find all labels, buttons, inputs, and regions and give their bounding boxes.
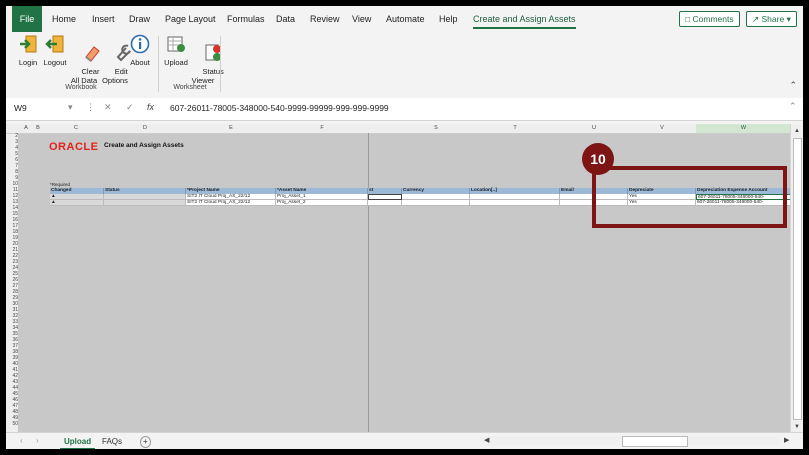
page-title: Create and Assign Assets: [104, 142, 184, 149]
column-header[interactable]: A: [20, 124, 32, 133]
tab-view[interactable]: View: [352, 6, 371, 32]
column-header[interactable]: T: [470, 124, 560, 133]
table-cell[interactable]: [402, 200, 470, 206]
tab-help[interactable]: Help: [439, 6, 458, 32]
group-separator: [158, 36, 159, 92]
logout-label: Logout: [43, 58, 67, 67]
prev-sheet-icon[interactable]: ‹: [20, 436, 23, 445]
tab-create-and-assign-assets[interactable]: Create and Assign Assets: [473, 6, 576, 32]
tab-page-layout[interactable]: Page Layout: [165, 6, 216, 32]
chevron-down-icon[interactable]: ▾: [68, 102, 73, 113]
tab-formulas[interactable]: Formulas: [227, 6, 265, 32]
add-sheet-button[interactable]: +: [140, 436, 151, 448]
tab-data[interactable]: Data: [276, 6, 295, 32]
info-icon: [130, 34, 150, 54]
comments-label: Comments: [692, 14, 734, 24]
column-header[interactable]: S: [402, 124, 470, 133]
sheet-tab-faqs[interactable]: FAQs: [98, 435, 126, 448]
worksheet-group-label: Worksheet: [173, 84, 207, 91]
tab-home[interactable]: Home: [52, 6, 76, 32]
column-header[interactable]: B: [32, 124, 44, 133]
upload-button[interactable]: Upload: [162, 34, 190, 67]
tab-draw[interactable]: Draw: [129, 6, 150, 32]
sheet-tab-upload[interactable]: Upload: [60, 435, 96, 449]
required-note: *Required: [50, 182, 71, 187]
workbook-group-label: Workbook: [65, 84, 97, 91]
column-header[interactable]: D: [104, 124, 186, 133]
table-cell[interactable]: ▲: [50, 200, 104, 206]
clear-all-data-label: Clear All Data: [70, 67, 100, 85]
formula-input[interactable]: 607-26011-78005-348000-540-9999-99999-99…: [170, 101, 389, 115]
table-cell[interactable]: [470, 200, 560, 206]
comment-icon: □: [685, 14, 691, 24]
column-header[interactable]: [368, 124, 402, 133]
login-button[interactable]: Login: [16, 34, 40, 67]
tab-file[interactable]: File: [12, 6, 42, 32]
share-label: Share: [761, 14, 785, 24]
column-headers: A B C D E F S T U V W: [6, 124, 791, 134]
callout-step-badge: 10: [582, 143, 614, 175]
column-header[interactable]: V: [628, 124, 696, 133]
about-button[interactable]: About: [127, 34, 153, 67]
formula-bar: W9 ▾ ⋮ ✕ ✓ fx 607-26011-78005-348000-540…: [6, 98, 803, 121]
column-header-selected[interactable]: W: [696, 124, 791, 133]
expand-formula-icon[interactable]: ⌃: [789, 101, 797, 112]
next-sheet-icon[interactable]: ›: [36, 436, 39, 445]
share-icon: ↗: [752, 14, 760, 24]
column-header[interactable]: C: [48, 124, 104, 133]
edit-options-label: Edit Options: [102, 67, 128, 85]
scroll-up-icon[interactable]: ▲: [791, 126, 803, 136]
tab-review[interactable]: Review: [310, 6, 340, 32]
oracle-logo: ORACLE: [49, 141, 99, 153]
chevron-down-icon: ▾: [786, 14, 791, 24]
column-header[interactable]: E: [186, 124, 276, 133]
cancel-icon[interactable]: ✕: [104, 102, 112, 113]
name-box[interactable]: W9: [14, 101, 64, 115]
table-cell[interactable]: SIT2 IT Cloud Proj_AS_22/12: [186, 200, 276, 206]
upload-icon: [167, 36, 185, 52]
eraser-icon: [84, 46, 100, 62]
upload-label: Upload: [164, 58, 188, 67]
column-header[interactable]: U: [560, 124, 628, 133]
enter-icon[interactable]: ✓: [126, 102, 134, 113]
column-header[interactable]: F: [276, 124, 368, 133]
excel-window: File Home Insert Draw Page Layout Formul…: [6, 6, 803, 449]
row-headers: 2 3 4 5 6 7 8 9 10 11 12 13 14 15 16 17 18 19 20 21 22 23 24 25…: [6, 134, 18, 432]
ribbon-tabs: File Home Insert Draw Page Layout Formul…: [6, 6, 803, 32]
sheet-tab-bar: ‹ › Upload FAQs + ◀ ▶: [6, 432, 803, 449]
logout-button[interactable]: Logout: [42, 34, 68, 67]
table-cell[interactable]: Proj_Asset_2: [276, 200, 368, 206]
login-icon: [20, 35, 37, 53]
callout-highlight-box: [592, 166, 787, 228]
collapse-ribbon-icon[interactable]: ⌃: [789, 80, 797, 91]
scrollbar-thumb[interactable]: [793, 138, 802, 420]
table-cell[interactable]: [368, 200, 402, 206]
ribbon-body: Login Logout Clear All Data Edit Options: [6, 32, 803, 99]
group-separator: [220, 36, 221, 92]
scroll-down-icon[interactable]: ▼: [791, 422, 803, 432]
frozen-pane-divider: [368, 133, 369, 432]
login-label: Login: [18, 58, 38, 67]
horizontal-scrollbar[interactable]: ◀ ▶: [480, 436, 789, 447]
scroll-left-icon[interactable]: ◀: [484, 436, 489, 444]
scroll-right-icon[interactable]: ▶: [784, 436, 789, 444]
table-cell[interactable]: [104, 200, 186, 206]
logout-icon: [45, 35, 64, 53]
scrollbar-thumb[interactable]: [622, 436, 688, 447]
more-icon: ⋮: [86, 102, 95, 112]
vertical-scrollbar[interactable]: ▲ ▼: [790, 124, 803, 432]
about-label: About: [130, 58, 150, 67]
status-viewer-label: Status Viewer: [191, 67, 224, 85]
comments-button[interactable]: □ Comments: [679, 11, 740, 27]
function-icon[interactable]: fx: [147, 102, 154, 112]
tab-insert[interactable]: Insert: [92, 6, 115, 32]
row-number[interactable]: 50: [6, 422, 18, 427]
tab-automate[interactable]: Automate: [386, 6, 425, 32]
share-button[interactable]: ↗ Share ▾: [746, 11, 797, 27]
